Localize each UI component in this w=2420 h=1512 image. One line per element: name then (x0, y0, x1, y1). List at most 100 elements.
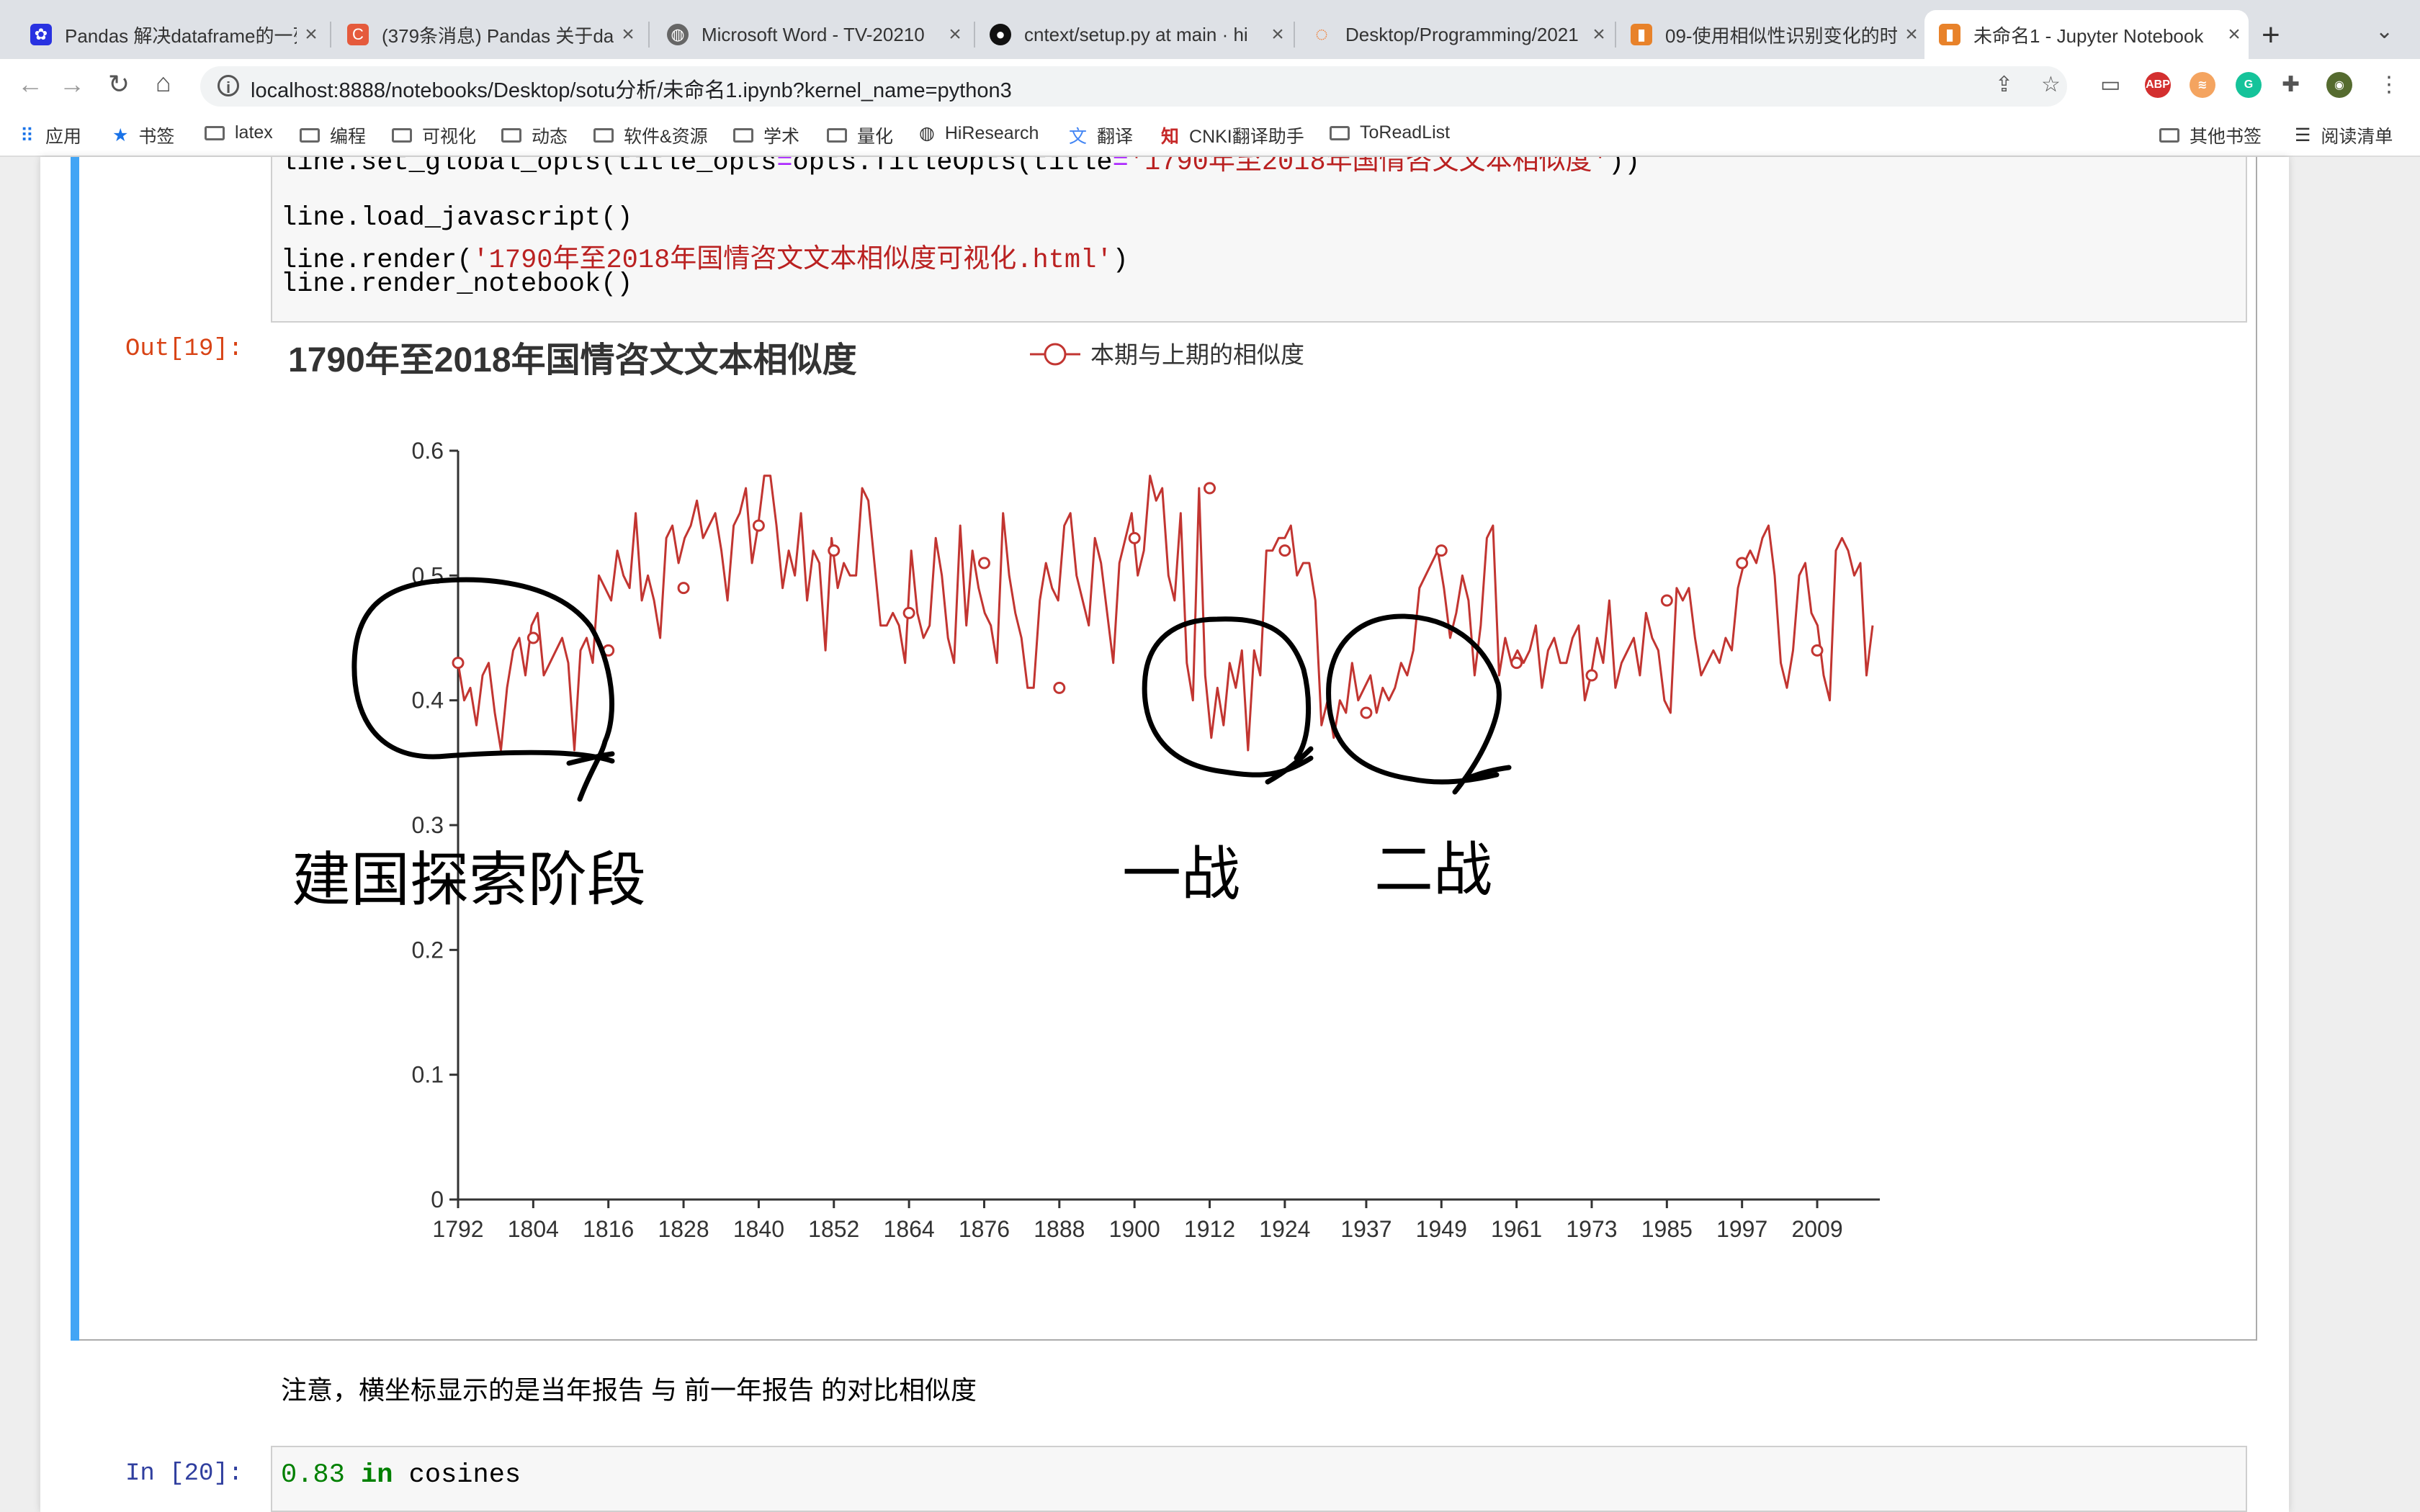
bookmark-folder-other[interactable]: 其他书签 (2159, 122, 2262, 148)
globe-icon: ◍ (919, 123, 935, 143)
x-tick-label: 1924 (1259, 1216, 1310, 1242)
tab-separator (648, 22, 650, 48)
close-icon[interactable]: × (297, 22, 326, 47)
folder-icon (827, 128, 847, 143)
annotation-circle-ww2 (1326, 613, 1512, 795)
bookmark-label: 翻译 (1097, 127, 1134, 147)
chart-legend[interactable]: 本期与上期的相似度 (1030, 341, 1304, 368)
tab-title: 09-使用相似性识别变化的时 (1665, 24, 1897, 47)
more-menu-icon[interactable]: ⋮ (2378, 72, 2400, 97)
avatar[interactable]: ◉ (2326, 72, 2352, 98)
bookmark-item[interactable]: 知 CNKI翻译助手 (1161, 122, 1304, 148)
bookmark-folder[interactable]: 量化 (827, 122, 893, 148)
translate-icon: 文 (1069, 127, 1088, 147)
x-tick-label: 1949 (1416, 1216, 1467, 1242)
bookmark-label: 动态 (532, 127, 568, 147)
close-icon[interactable]: × (1263, 22, 1292, 47)
x-tick-label: 1912 (1184, 1216, 1235, 1242)
bookmark-label: CNKI翻译助手 (1189, 127, 1304, 147)
data-point (677, 582, 690, 595)
bookmark-star-icon[interactable]: ☆ (2041, 72, 2061, 97)
data-point (452, 657, 465, 670)
home-icon[interactable]: ⌂ (156, 68, 171, 98)
reload-icon[interactable]: ↻ (108, 69, 130, 99)
reading-list-icon: ☰ (2295, 125, 2311, 145)
browser-tab[interactable]: ✿ Pandas 解决dataframe的一列 × (16, 10, 326, 59)
close-icon[interactable]: × (614, 22, 642, 47)
adblock-icon[interactable]: ABP (2145, 72, 2171, 98)
bookmark-item[interactable]: ◍ HiResearch (919, 122, 1039, 144)
y-tick-label: 0.3 (412, 812, 444, 838)
data-point (1585, 669, 1598, 682)
data-point (1204, 482, 1216, 495)
data-point (1278, 544, 1291, 557)
share-icon[interactable]: ⇪ (1995, 72, 2013, 97)
cnki-icon: 知 (1161, 127, 1180, 147)
folder-icon (205, 125, 225, 140)
address-url[interactable]: localhost:8888/notebooks/Desktop/sotu分析/… (251, 73, 1012, 104)
browser-tab[interactable]: ◌ Desktop/Programming/2021 × (1296, 10, 1613, 59)
x-tick-label: 1840 (733, 1216, 784, 1242)
tab-search-chevron-icon[interactable]: ⌄ (2375, 19, 2393, 44)
code-cell-input[interactable]: line.set_global_opts(title_opts=opts.Tit… (271, 157, 2247, 323)
tab-title: Pandas 解决dataframe的一列 (65, 24, 297, 47)
grammarly-icon[interactable]: G (2236, 72, 2262, 98)
bookmark-label: 阅读清单 (2321, 127, 2393, 147)
close-icon[interactable]: × (2220, 22, 2249, 47)
notebook-icon: ▮ (1939, 24, 1960, 45)
site-info-icon[interactable]: i (218, 75, 239, 96)
data-point (902, 606, 915, 619)
close-icon[interactable]: × (1585, 22, 1613, 47)
bookmark-label: 量化 (857, 127, 894, 147)
reading-list-button[interactable]: ☰ 阅读清单 (2295, 122, 2393, 148)
legend-circle-icon (1044, 343, 1067, 366)
x-tick-label: 1864 (884, 1216, 935, 1242)
data-point (1128, 531, 1141, 544)
browser-tab[interactable]: ◍ Microsoft Word - TV-20210 × (653, 10, 969, 59)
annotation-circle-founding (351, 577, 615, 802)
x-tick-label: 1816 (583, 1216, 634, 1242)
close-icon[interactable]: × (1897, 22, 1926, 47)
y-tick-label: 0.4 (412, 688, 444, 714)
folder-icon (1330, 125, 1350, 140)
bookmark-folder[interactable]: ToReadList (1330, 122, 1450, 143)
bookmark-apps[interactable]: ⠿ 应用 (20, 122, 81, 148)
bookmark-folder[interactable]: 动态 (501, 122, 568, 148)
x-tick-label: 1828 (658, 1216, 709, 1242)
forward-arrow-icon[interactable]: → (59, 69, 85, 99)
data-point (977, 557, 990, 570)
reading-mode-icon[interactable]: ▭ (2100, 72, 2120, 97)
jupyter-icon: ◌ (1315, 22, 1328, 46)
tab-title: (379条消息) Pandas 关于dat (382, 24, 614, 47)
browser-tab[interactable]: ▮ 09-使用相似性识别变化的时 × (1616, 10, 1926, 59)
x-tick-label: 2009 (1791, 1216, 1842, 1242)
x-tick-label: 1937 (1340, 1216, 1392, 1242)
globe-icon: ◍ (667, 24, 689, 45)
code-cell-input-next[interactable]: 0.83 in cosines (271, 1446, 2247, 1512)
bookmark-folder[interactable]: 可视化 (392, 122, 476, 148)
browser-tab[interactable]: C (379条消息) Pandas 关于dat × (333, 10, 642, 59)
bookmark-folder[interactable]: 软件&资源 (593, 122, 708, 148)
csdn-icon: C (347, 24, 369, 45)
back-arrow-icon[interactable]: ← (17, 69, 43, 99)
new-tab-button[interactable]: + (2262, 17, 2280, 53)
bookmark-folder[interactable]: 编程 (300, 122, 366, 148)
browser-tab[interactable]: ● cntext/setup.py at main · hi × (975, 10, 1292, 59)
bookmark-folder[interactable]: latex (205, 122, 273, 143)
selected-cell-indicator (71, 157, 79, 1341)
browser-tab-active[interactable]: ▮ 未命名1 - Jupyter Notebook × (1924, 10, 2249, 59)
bookmark-item[interactable]: ★ 书签 (112, 122, 174, 148)
github-icon: ● (990, 24, 1011, 45)
bookmark-folder[interactable]: 学术 (733, 122, 799, 148)
output-prompt: Out[19]: (125, 336, 243, 363)
bookmark-item[interactable]: 文 翻译 (1069, 122, 1133, 148)
y-tick-label: 0 (431, 1187, 444, 1212)
x-tick-label: 1852 (808, 1216, 859, 1242)
data-point (1811, 644, 1824, 657)
extensions-puzzle-icon[interactable]: ✚ (2282, 72, 2300, 97)
close-icon[interactable]: × (941, 22, 969, 47)
extension-wave-icon[interactable]: ≋ (2190, 72, 2215, 98)
annotation-ww1-label: 一战 (1122, 842, 1240, 907)
star-icon: ★ (112, 125, 129, 145)
annotation-ww2-label: 二战 (1374, 837, 1492, 903)
